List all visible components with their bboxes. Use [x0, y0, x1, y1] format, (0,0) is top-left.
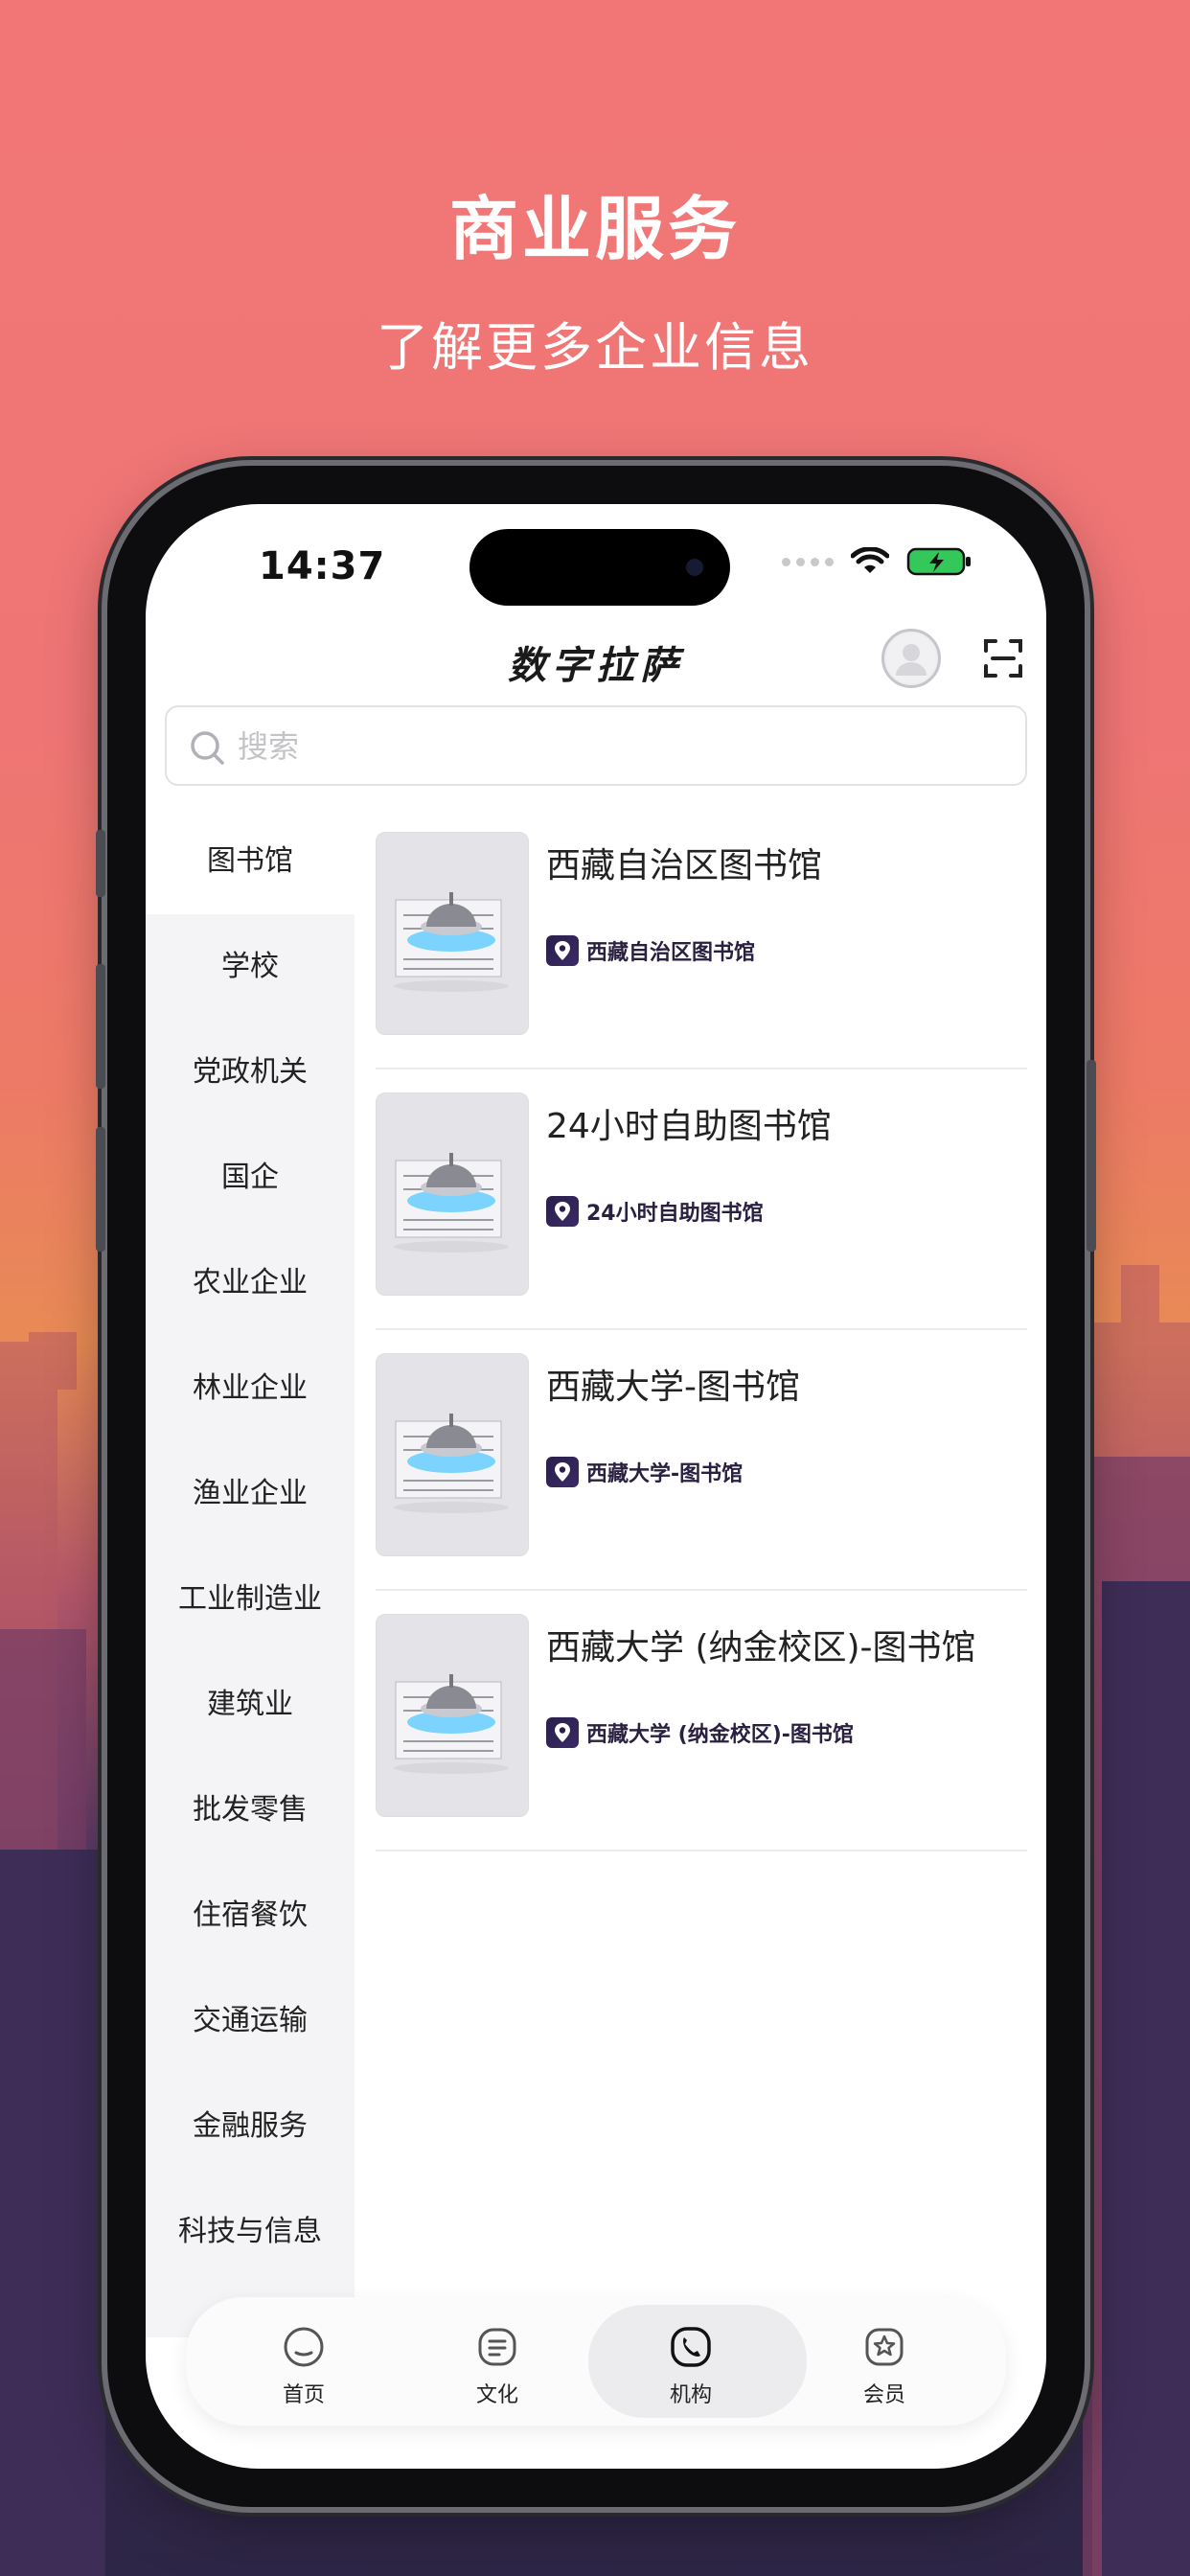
result-tag-text: 西藏大学 (纳金校区)-图书馆 [586, 1723, 854, 1747]
result-thumbnail [376, 832, 529, 1035]
status-time: 14:37 [259, 544, 386, 588]
result-title: 西藏大学 (纳金校区)-图书馆 [546, 1628, 976, 1668]
location-pin-icon [555, 1723, 570, 1742]
library-building-image [377, 1093, 528, 1295]
result-title: 24小时自助图书馆 [546, 1107, 832, 1146]
wifi-icon [851, 547, 889, 573]
location-badge [546, 935, 579, 966]
tab-label: 会员 [862, 2383, 905, 2407]
location-pin-icon [555, 941, 570, 960]
tab-home[interactable]: 首页 [201, 2297, 406, 2426]
category-item[interactable]: 住宿餐饮 [146, 1863, 355, 1968]
phone-side-button [1087, 1060, 1096, 1252]
culture-icon [478, 2328, 516, 2366]
phone-side-button [96, 1127, 105, 1252]
tab-member[interactable]: 会员 [782, 2297, 987, 2426]
result-row[interactable]: 西藏自治区图书馆 西藏自治区图书馆 [376, 809, 1027, 1070]
result-tag-text: 24小时自助图书馆 [586, 1202, 764, 1226]
result-location-tag: 西藏大学-图书馆 [546, 1457, 743, 1487]
tab-label: 文化 [475, 2383, 518, 2407]
phone-frame: 14:37 数字拉萨 搜索 图书馆 学校 党政机关 国企 农业企业 林业企业 渔… [96, 466, 1096, 2507]
user-avatar-icon [886, 633, 936, 683]
tab-label: 机构 [669, 2383, 712, 2407]
category-item[interactable]: 工业制造业 [146, 1547, 355, 1652]
promo-subtitle: 了解更多企业信息 [377, 317, 813, 378]
library-building-image [377, 1615, 528, 1816]
library-building-image [377, 833, 528, 1034]
avatar[interactable] [881, 629, 941, 688]
category-item[interactable]: 国企 [146, 1125, 355, 1230]
result-row[interactable]: 24小时自助图书馆 24小时自助图书馆 [376, 1070, 1027, 1330]
location-badge [546, 1717, 579, 1748]
result-thumbnail [376, 1353, 529, 1556]
search-icon [191, 731, 224, 765]
category-item[interactable]: 党政机关 [146, 1020, 355, 1125]
result-tag-text: 西藏自治区图书馆 [586, 941, 756, 965]
search-input[interactable] [236, 707, 1006, 786]
result-location-tag: 西藏自治区图书馆 [546, 935, 755, 966]
category-item[interactable]: 农业企业 [146, 1230, 355, 1336]
category-item[interactable]: 林业企业 [146, 1336, 355, 1441]
phone-icon [671, 2327, 711, 2367]
location-badge [546, 1196, 579, 1227]
search-bar[interactable] [165, 705, 1027, 786]
camera-icon [686, 559, 703, 576]
result-tag-text: 西藏大学-图书馆 [586, 1462, 744, 1486]
category-item[interactable]: 科技与信息 [146, 2179, 355, 2285]
promo-title: 商业服务 [448, 189, 741, 269]
result-location-tag: 西藏大学 (纳金校区)-图书馆 [546, 1717, 854, 1748]
location-pin-icon [555, 1462, 570, 1482]
bottom-tab-bar: 首页 文化 机构 会员 [186, 2297, 1006, 2426]
category-sidebar: 图书馆 学校 党政机关 国企 农业企业 林业企业 渔业企业 工业制造业 建筑业 批发零售 住宿餐饮交… [146, 809, 355, 2337]
result-location-tag: 24小时自助图书馆 [546, 1196, 764, 1227]
phone-side-button [96, 964, 105, 1089]
category-item[interactable]: 建筑业 [146, 1652, 355, 1758]
category-item[interactable]: 批发零售 [146, 1758, 355, 1863]
category-item[interactable]: 图书馆 [146, 809, 355, 914]
phone-side-button [96, 830, 105, 897]
battery-icon [906, 547, 971, 576]
tab-label: 首页 [282, 2383, 325, 2407]
app-screen: 14:37 数字拉萨 搜索 图书馆 学校 党政机关 国企 农业企业 林业企业 渔… [146, 504, 1046, 2469]
result-row[interactable]: 西藏大学-图书馆 西藏大学-图书馆 [376, 1330, 1027, 1591]
location-badge [546, 1457, 579, 1487]
result-title: 西藏大学-图书馆 [546, 1368, 800, 1407]
result-row[interactable]: 西藏大学 (纳金校区)-图书馆 西藏大学 (纳金校区)-图书馆 [376, 1591, 1027, 1852]
dynamic-island [469, 529, 730, 606]
tab-culture[interactable]: 文化 [395, 2297, 600, 2426]
location-pin-icon [555, 1202, 570, 1221]
result-title: 西藏自治区图书馆 [546, 846, 823, 886]
home-icon [284, 2327, 324, 2367]
category-item[interactable]: 金融服务 [146, 2074, 355, 2179]
tab-phone[interactable]: 机构 [588, 2297, 807, 2426]
result-thumbnail [376, 1092, 529, 1296]
status-icons [782, 546, 973, 577]
signal-dots-icon [782, 557, 834, 566]
category-item[interactable]: 渔业企业 [146, 1441, 355, 1547]
result-thumbnail [376, 1614, 529, 1817]
library-building-image [377, 1354, 528, 1555]
scan-icon[interactable] [983, 638, 1023, 678]
member-icon [865, 2328, 904, 2366]
category-item[interactable]: 学校 [146, 914, 355, 1020]
category-item[interactable]: 交通运输 [146, 1968, 355, 2074]
